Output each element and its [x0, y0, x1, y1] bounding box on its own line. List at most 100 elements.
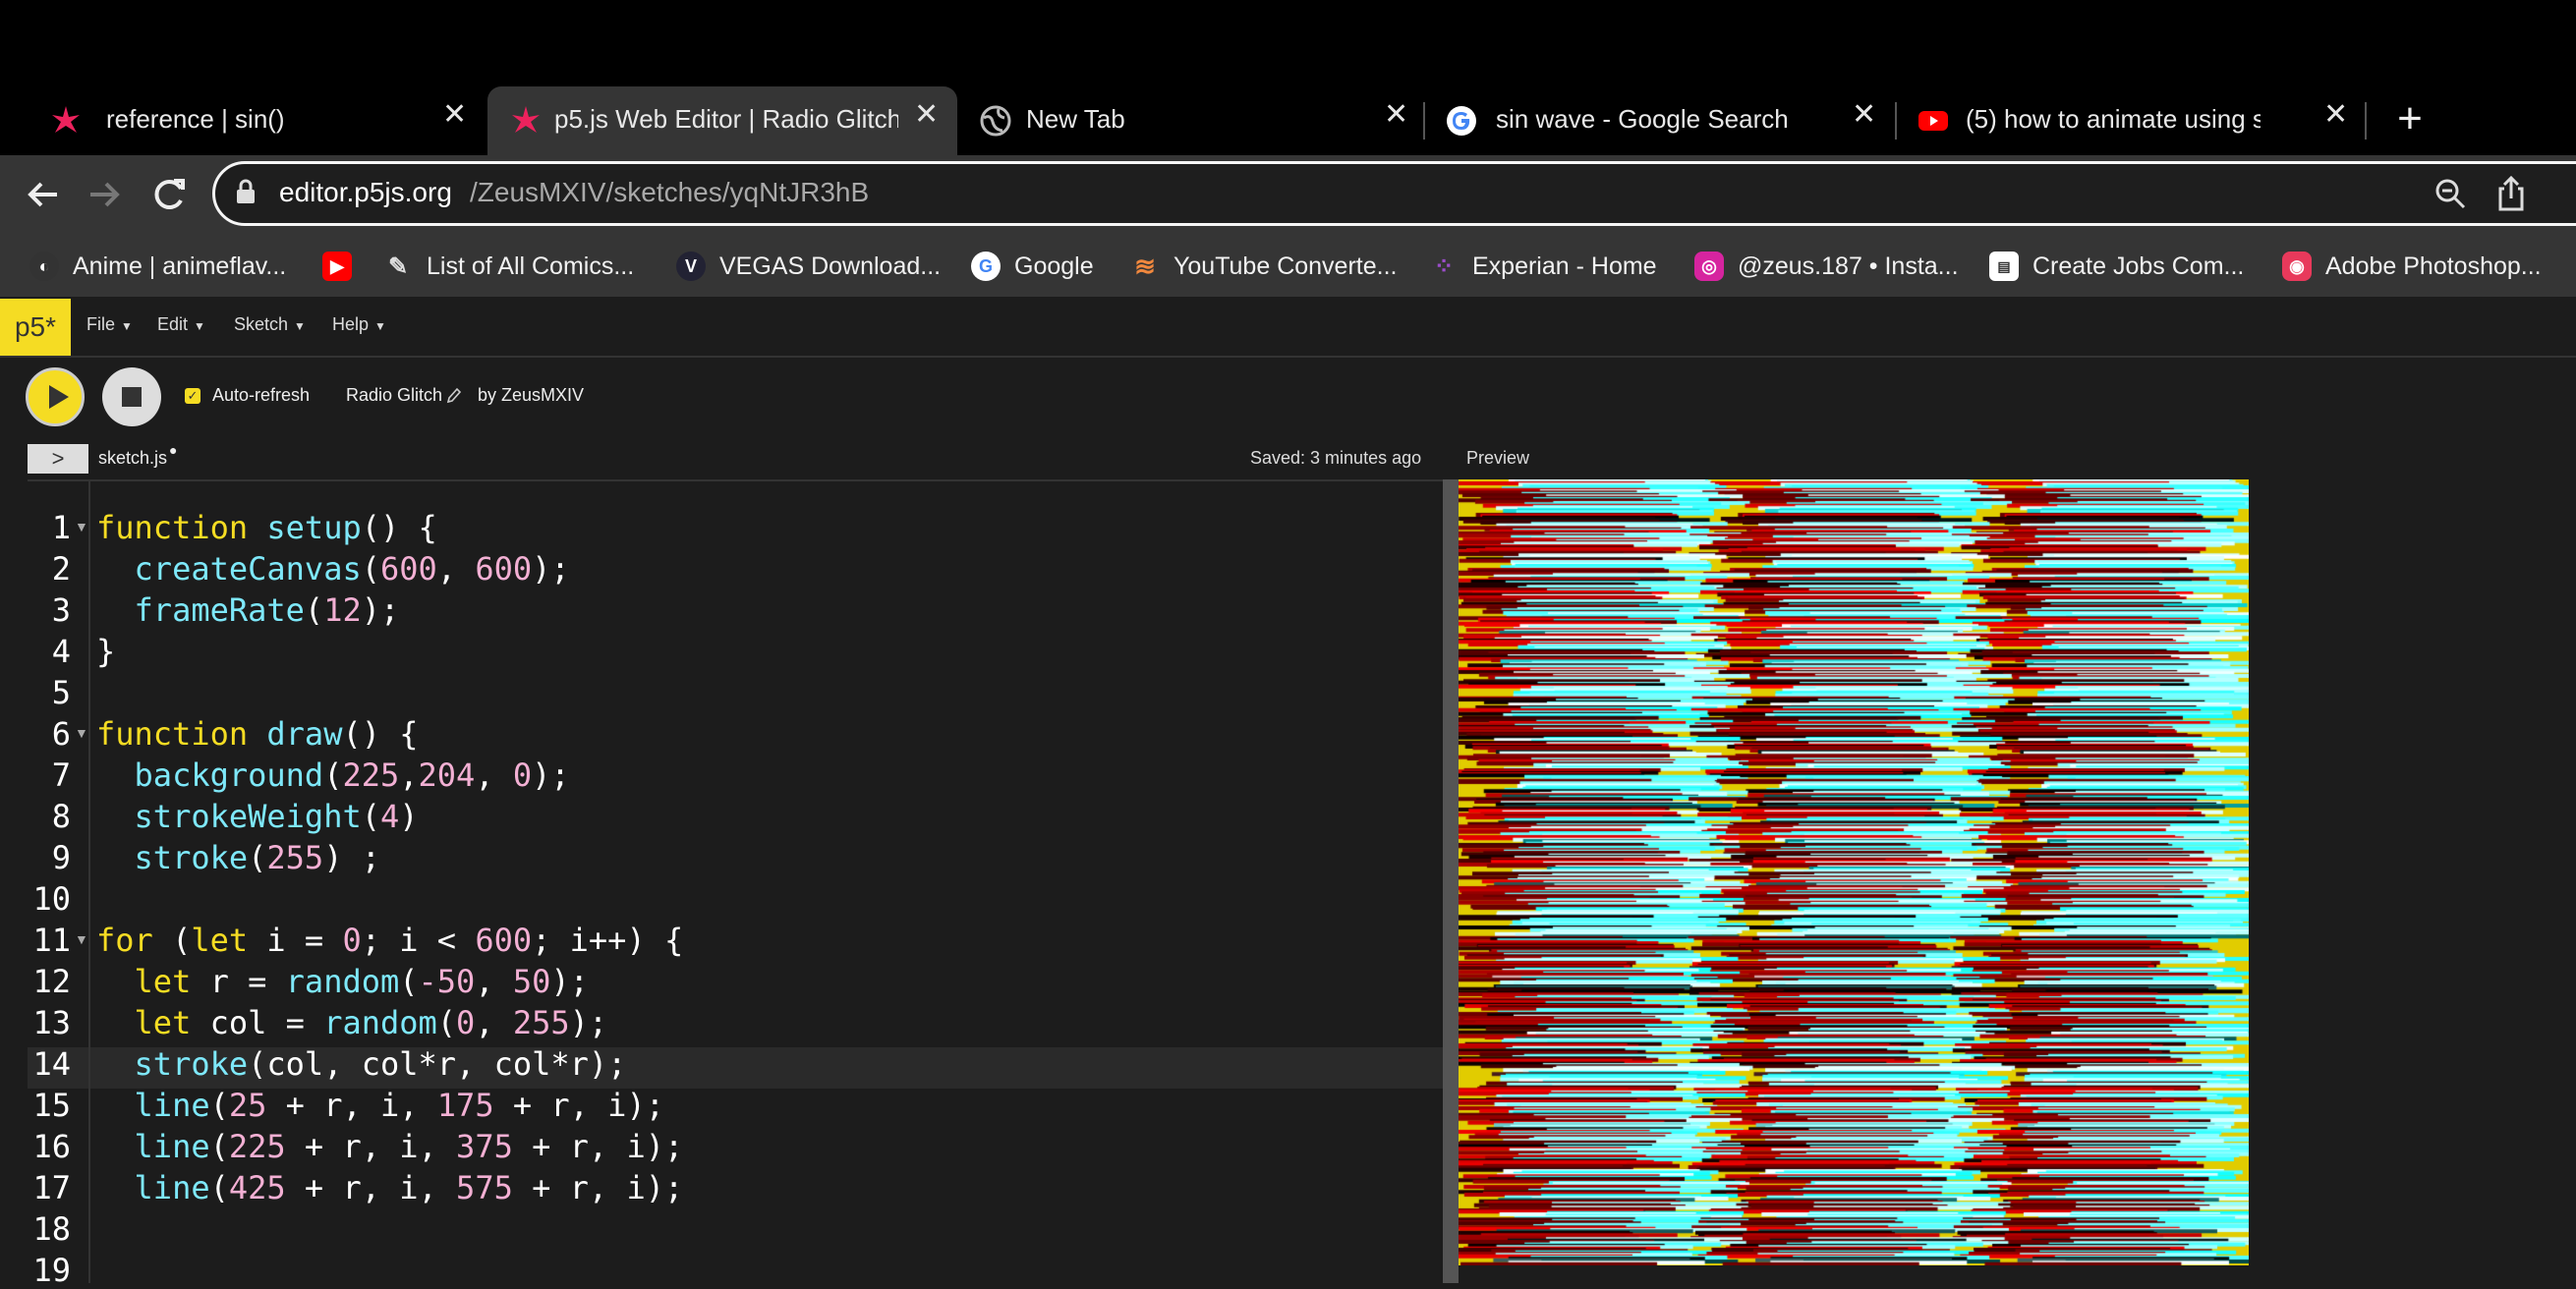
code-line[interactable]: stroke(255) ;	[96, 839, 380, 876]
menu-help[interactable]: Help ▼	[332, 314, 386, 335]
bookmark-comics[interactable]: ✎ List of All Comics...	[383, 248, 634, 285]
bookmark-experian[interactable]: ⁘ Experian - Home	[1429, 248, 1657, 285]
line-number: 8	[51, 798, 71, 835]
file-tab-name[interactable]: sketch.js	[98, 448, 167, 469]
bookmark-adobe[interactable]: ◉ Adobe Photoshop...	[2282, 248, 2542, 285]
tab-close-icon[interactable]: ✕	[442, 100, 467, 130]
code-line[interactable]: line(425 + r, i, 575 + r, i);	[96, 1169, 684, 1206]
vegas-icon: V	[676, 252, 706, 281]
sidebar-toggle-button[interactable]: >	[28, 444, 88, 474]
forward-arrow-icon[interactable]	[79, 169, 130, 220]
line-number: 13	[32, 1004, 71, 1041]
sketch-author[interactable]: by ZeusMXIV	[478, 385, 584, 406]
caret-down-icon: ▼	[374, 319, 386, 333]
line-number: 5	[51, 674, 71, 711]
pane-divider[interactable]	[1443, 479, 1459, 1283]
share-icon[interactable]	[2496, 175, 2526, 212]
tab-google-search[interactable]: sin wave - Google Search ✕	[1431, 86, 1893, 155]
menu-label: Sketch	[234, 314, 289, 334]
tab-separator	[1895, 102, 1897, 140]
tab-close-icon[interactable]: ✕	[1852, 100, 1876, 130]
code-line[interactable]: frameRate(12);	[96, 591, 400, 629]
tab-new-tab[interactable]: New Tab ✕	[963, 86, 1425, 155]
zoom-out-icon[interactable]	[2433, 177, 2467, 210]
line-number: 14	[32, 1045, 71, 1083]
code-line[interactable]: let col = random(0, 255);	[96, 1004, 608, 1041]
auto-refresh-label: Auto-refresh	[212, 385, 311, 405]
sketch-name[interactable]: Radio Glitch	[346, 385, 442, 406]
unsaved-dot-icon: ●	[169, 442, 178, 458]
code-line[interactable]: background(225,204, 0);	[96, 757, 570, 794]
line-number: 17	[32, 1169, 71, 1206]
back-arrow-icon[interactable]	[18, 169, 69, 220]
tab-p5-editor[interactable]: p5.js Web Editor | Radio Glitch ✕	[487, 86, 957, 155]
window-top-bar	[0, 0, 2576, 71]
tab-separator	[2365, 102, 2367, 140]
bookmark-create-jobs[interactable]: ▤ Create Jobs Com...	[1989, 248, 2244, 285]
play-button[interactable]	[26, 367, 85, 426]
globe-icon	[980, 105, 1011, 137]
reload-icon[interactable]	[143, 169, 195, 220]
code-line[interactable]: createCanvas(600, 600);	[96, 550, 570, 588]
sketch-preview-canvas[interactable]	[1459, 479, 2249, 1265]
code-line[interactable]: strokeWeight(4)	[96, 798, 419, 835]
auto-refresh-checkbox[interactable]: ✓	[185, 388, 200, 404]
preview-label: Preview	[1466, 448, 1530, 468]
code-line[interactable]: line(25 + r, i, 175 + r, i);	[96, 1087, 664, 1124]
menu-file[interactable]: File ▼	[86, 314, 133, 335]
line-number: 2	[51, 550, 71, 588]
bookmark-label: Anime | animeflav...	[73, 252, 287, 280]
converter-icon: ≋	[1134, 251, 1156, 281]
line-number: 18	[32, 1210, 71, 1248]
code-line[interactable]: for (let i = 0; i < 600; i++) {	[96, 922, 683, 959]
bookmark-vegas[interactable]: V VEGAS Download...	[676, 248, 941, 285]
code-line[interactable]: function setup() {	[96, 509, 437, 546]
tab-separator	[1423, 102, 1425, 140]
code-line[interactable]: let r = random(-50, 50);	[96, 963, 589, 1000]
caret-down-icon: ▼	[194, 319, 205, 333]
bookmark-label: Experian - Home	[1472, 252, 1657, 280]
tab-close-icon[interactable]: ✕	[914, 100, 939, 130]
line-number: 12	[32, 963, 71, 1000]
line-number: 3	[51, 591, 71, 629]
new-tab-button[interactable]: +	[2388, 94, 2432, 145]
fold-arrow-icon[interactable]: ▼	[75, 725, 88, 741]
editor-nav-bar	[0, 297, 2576, 358]
bookmark-youtube-converter[interactable]: ≋ YouTube Converte...	[1130, 248, 1397, 285]
menu-label: Edit	[157, 314, 189, 334]
p5-logo[interactable]: p5*	[0, 299, 71, 356]
bookmark-youtube[interactable]: ▶	[322, 248, 366, 285]
menu-sketch[interactable]: Sketch ▼	[234, 314, 306, 335]
tab-close-icon[interactable]: ✕	[2323, 100, 2348, 130]
youtube-icon	[1918, 111, 1948, 131]
line-number: 4	[51, 633, 71, 670]
pencil-icon[interactable]	[446, 386, 462, 404]
fold-arrow-icon[interactable]: ▼	[75, 519, 88, 534]
tab-close-icon[interactable]: ✕	[1384, 100, 1408, 130]
url-path: /ZeusMXIV/sketches/yqNtJR3hB	[470, 177, 870, 207]
code-line[interactable]: stroke(col, col*r, col*r);	[96, 1045, 627, 1083]
bookmark-label: @zeus.187 • Insta...	[1738, 252, 1959, 280]
code-line[interactable]: function draw() {	[96, 715, 419, 753]
tab-reference-sin[interactable]: reference | sin() ✕	[20, 86, 482, 155]
line-number: 7	[51, 757, 71, 794]
code-line[interactable]: line(225 + r, i, 375 + r, i);	[96, 1128, 684, 1165]
bookmark-instagram[interactable]: ◎ @zeus.187 • Insta...	[1694, 248, 1959, 285]
tab-title: New Tab	[1026, 104, 1125, 134]
experian-icon: ⁘	[1433, 252, 1455, 280]
tab-title: (5) how to animate using sin -	[1966, 104, 2261, 134]
caret-down-icon: ▼	[121, 319, 133, 333]
anime-icon: ◐	[29, 252, 59, 281]
menu-edit[interactable]: Edit ▼	[157, 314, 205, 335]
bookmark-label: VEGAS Download...	[719, 252, 942, 280]
bookmark-label: Google	[1014, 252, 1094, 280]
line-number: 19	[32, 1252, 71, 1289]
bookmark-label: List of All Comics...	[427, 252, 635, 280]
jobs-icon: ▤	[1989, 252, 2019, 281]
code-line[interactable]: }	[96, 633, 115, 670]
tab-youtube[interactable]: (5) how to animate using sin - ✕	[1903, 86, 2365, 155]
fold-arrow-icon[interactable]: ▼	[75, 931, 88, 947]
stop-button[interactable]	[102, 367, 161, 426]
bookmark-google[interactable]: G Google	[971, 248, 1094, 285]
bookmark-anime[interactable]: ◐ Anime | animeflav...	[29, 248, 286, 285]
